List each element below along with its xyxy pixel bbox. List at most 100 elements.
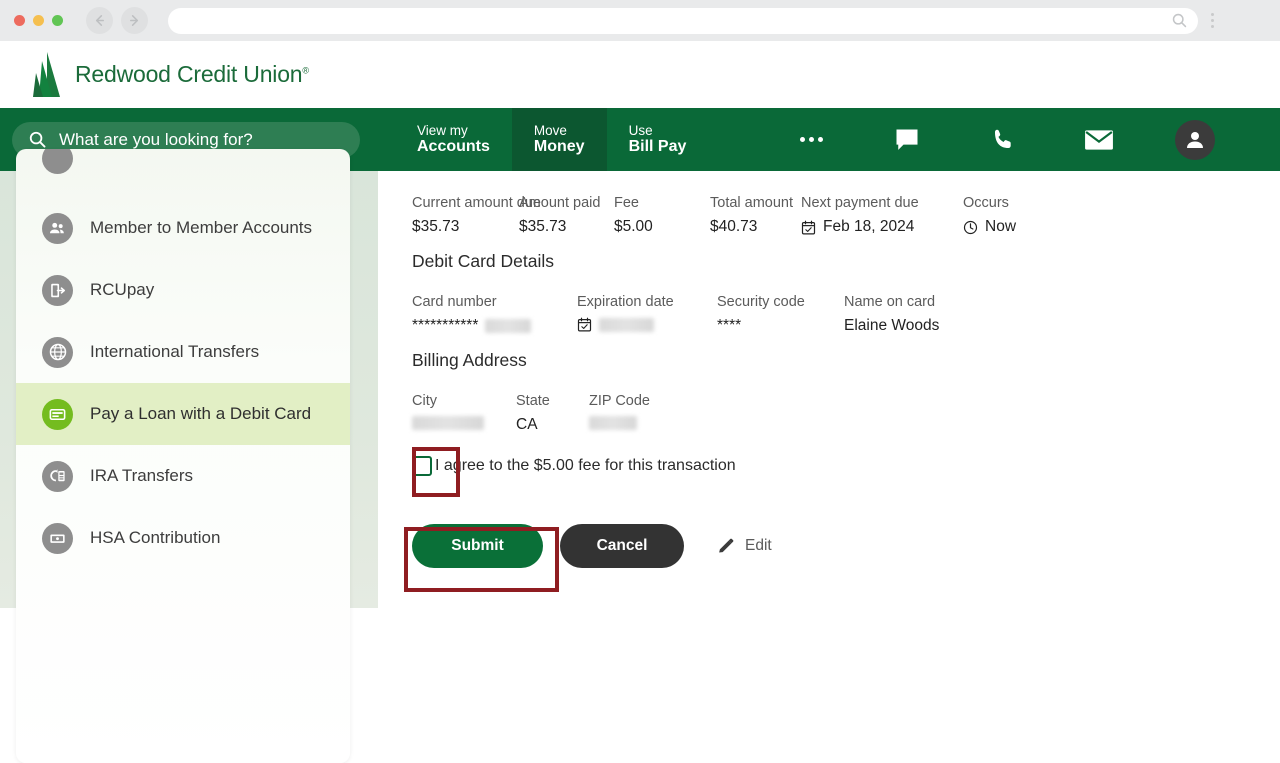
phone-button[interactable]: [955, 108, 1051, 171]
partial-item-icon: [42, 149, 73, 174]
occurs-value: Now: [985, 218, 1017, 235]
brand-trademark: ®: [302, 65, 309, 76]
field-value-wrap: [412, 416, 516, 430]
card-number-redacted: [485, 319, 532, 333]
tab-line2: Money: [533, 138, 585, 156]
browser-chrome: [0, 0, 1280, 41]
sidebar-item-partial[interactable]: [16, 149, 350, 197]
sidebar-item-pay-a-loan-with-a-debit-card[interactable]: Pay a Loan with a Debit Card: [16, 383, 350, 445]
calendar-icon: [801, 220, 816, 234]
brand-name: Redwood Credit Union®: [75, 61, 309, 88]
phone-icon: [995, 129, 1012, 148]
sidebar-item-hsa-contribution[interactable]: HSA Contribution: [16, 507, 350, 569]
account-menu-button[interactable]: [1147, 108, 1243, 171]
field-label: Name on card: [844, 294, 936, 310]
field-label: Card number: [412, 294, 497, 310]
clock-icon: [963, 220, 978, 234]
zip-code-redacted: [589, 416, 637, 430]
field-value-wrap: Feb 18, 2024: [801, 218, 963, 236]
back-button[interactable]: [86, 7, 113, 34]
mail-button[interactable]: [1051, 108, 1147, 171]
debit-card-fields-row: Card number *********** Expiration date: [412, 294, 1280, 335]
forward-button[interactable]: [121, 7, 148, 34]
sidebar-item-member-to-member-accounts[interactable]: Member to Member Accounts: [16, 197, 350, 259]
expiration-date-redacted: [599, 317, 654, 332]
sidebar-item-rcupay[interactable]: RCUpay: [16, 259, 350, 321]
field-expiration-date: Expiration date: [577, 294, 717, 335]
field-total-amount: Total amount $40.73: [710, 195, 801, 236]
field-next-payment-due: Next payment due Feb 18, 2024: [801, 195, 963, 236]
page-body: Member to Member Accounts RCUpay Interna…: [0, 149, 1280, 763]
close-window-button[interactable]: [14, 15, 25, 26]
credit-card-icon: [42, 398, 73, 430]
window-traffic-lights: [14, 15, 63, 26]
tab-line1: Move: [533, 122, 567, 138]
address-bar[interactable]: [168, 7, 1198, 34]
field-fee: Fee $5.00: [614, 195, 710, 236]
avatar: [1175, 119, 1216, 160]
tab-line2: Bill Pay: [628, 138, 687, 156]
agreement-checkbox[interactable]: [412, 456, 432, 476]
navbar-icon-group: [763, 108, 1243, 171]
field-name-on-card: Name on card Elaine Woods: [844, 294, 939, 335]
minimize-window-button[interactable]: [33, 15, 44, 26]
card-number-value: ***********: [412, 317, 479, 334]
site-header: Redwood Credit Union®: [0, 41, 1280, 108]
cancel-button[interactable]: Cancel: [560, 524, 684, 568]
tab-use-bill-pay[interactable]: Use Bill Pay: [607, 108, 709, 171]
payment-summary-row: Current amount due $35.73 Amount paid $3…: [412, 195, 1280, 236]
field-value-wrap: [577, 317, 717, 332]
calendar-icon: [577, 317, 592, 332]
field-value: $35.73: [519, 218, 567, 235]
navbar-tabs: View my Accounts Move Money Use Bill Pay: [395, 108, 708, 171]
tab-line1: View my: [417, 122, 468, 138]
field-label: Amount paid: [519, 195, 601, 211]
edit-link[interactable]: Edit: [716, 537, 772, 556]
field-label: Current amount due: [412, 195, 541, 211]
sidebar-item-label: HSA Contribution: [90, 528, 221, 547]
sidebar-item-international-transfers[interactable]: International Transfers: [16, 321, 350, 383]
billing-address-fields-row: City State CA ZIP Code: [412, 393, 1280, 434]
field-value: ****: [717, 317, 742, 334]
tab-view-my-accounts[interactable]: View my Accounts: [395, 108, 512, 171]
arrow-left-icon: [95, 15, 104, 26]
city-redacted: [412, 416, 484, 430]
tab-move-money[interactable]: Move Money: [511, 108, 607, 171]
field-value-wrap: Now: [963, 218, 1016, 236]
browser-nav-arrows: [86, 7, 148, 34]
search-placeholder-text: What are you looking for?: [59, 129, 253, 149]
field-value: $5.00: [614, 218, 653, 235]
field-label: Fee: [614, 195, 639, 211]
maximize-window-button[interactable]: [52, 15, 63, 26]
globe-icon: [42, 336, 73, 368]
field-label: ZIP Code: [589, 393, 650, 409]
sidebar-item-ira-transfers[interactable]: IRA Transfers: [16, 445, 350, 507]
tab-line1: Use: [628, 122, 653, 138]
field-value: CA: [516, 416, 538, 433]
form-actions: Submit Cancel Edit: [412, 524, 1280, 568]
ira-transfer-icon: [42, 460, 73, 492]
field-card-number: Card number ***********: [412, 294, 577, 335]
browser-menu-button[interactable]: [1211, 13, 1214, 28]
field-state: State CA: [516, 393, 589, 434]
sidebar-item-label: Member to Member Accounts: [90, 218, 313, 237]
brand-name-text: Redwood Credit Union: [75, 61, 303, 87]
fee-agreement-row: I agree to the $5.00 fee for this transa…: [412, 456, 1280, 476]
field-label: State: [516, 393, 550, 409]
tab-line2: Accounts: [417, 138, 490, 156]
sidebar-item-label: IRA Transfers: [90, 466, 193, 485]
sidebar-item-label: Pay a Loan with a Debit Card: [90, 404, 312, 423]
field-occurs: Occurs Now: [963, 195, 1016, 236]
field-label: Occurs: [963, 195, 1009, 211]
chat-button[interactable]: [859, 108, 955, 171]
edit-label: Edit: [745, 537, 772, 554]
brand-logo[interactable]: Redwood Credit Union®: [30, 51, 309, 99]
pencil-icon: [719, 538, 734, 552]
more-options-button[interactable]: [763, 108, 859, 171]
field-value: Elaine Woods: [844, 317, 940, 334]
search-icon: [1172, 13, 1187, 28]
field-value-wrap: [589, 416, 650, 430]
field-current-amount-due: Current amount due $35.73: [412, 195, 541, 236]
submit-button[interactable]: Submit: [412, 524, 543, 568]
agreement-label: I agree to the $5.00 fee for this transa…: [435, 457, 736, 474]
